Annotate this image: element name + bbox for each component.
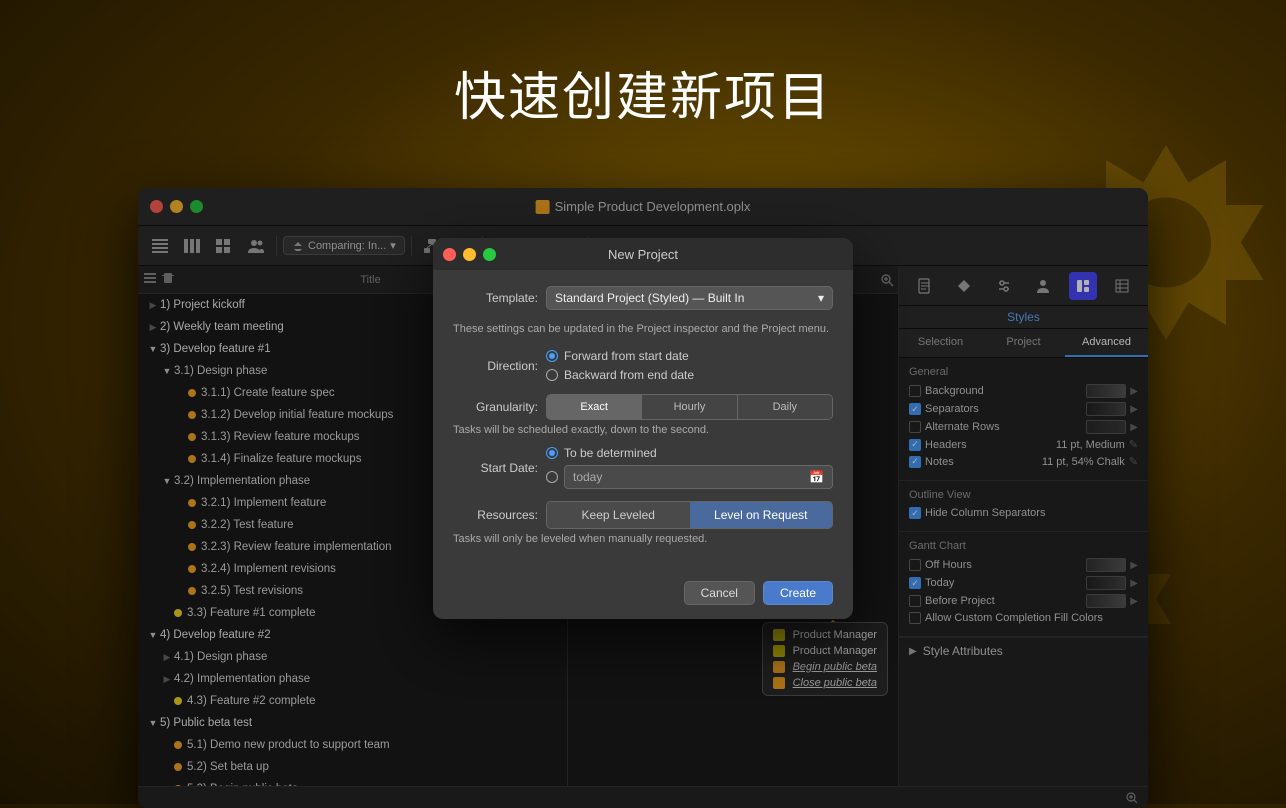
dialog-titlebar: New Project: [433, 238, 853, 270]
calendar-icon: 📅: [809, 470, 824, 484]
granularity-hourly[interactable]: Hourly: [642, 395, 737, 419]
dialog-traffic-lights: [443, 248, 496, 261]
dialog-minimize-button[interactable]: [463, 248, 476, 261]
granularity-row: Granularity: Exact Hourly Daily: [453, 394, 833, 420]
granularity-daily[interactable]: Daily: [738, 395, 832, 419]
today-radio[interactable]: [546, 471, 558, 483]
new-project-dialog: New Project Template: Standard Project (…: [433, 238, 853, 619]
resources-hint: Tasks will only be leveled when manually…: [453, 533, 833, 545]
dialog-overlay: New Project Template: Standard Project (…: [138, 188, 1148, 808]
cancel-button[interactable]: Cancel: [684, 581, 755, 605]
app-window: Simple Product Development.oplx Comparin…: [138, 188, 1148, 808]
start-date-row: Start Date: To be determined today 📅: [453, 446, 833, 489]
date-input[interactable]: today 📅: [564, 465, 833, 489]
tbd-label: To be determined: [564, 446, 657, 460]
keep-leveled-button[interactable]: Keep Leveled: [547, 502, 690, 528]
forward-radio[interactable]: [546, 350, 558, 362]
start-date-radio-group: To be determined today 📅: [546, 446, 833, 489]
template-label: Template:: [453, 291, 538, 305]
granularity-label: Granularity:: [453, 400, 538, 414]
resources-label: Resources:: [453, 508, 538, 522]
dialog-body: Template: Standard Project (Styled) — Bu…: [433, 270, 853, 571]
dialog-maximize-button[interactable]: [483, 248, 496, 261]
level-on-request-button[interactable]: Level on Request: [690, 502, 833, 528]
start-date-label: Start Date:: [453, 461, 538, 475]
backward-label: Backward from end date: [564, 368, 694, 382]
dialog-close-button[interactable]: [443, 248, 456, 261]
direction-label: Direction:: [453, 359, 538, 373]
granularity-hint: Tasks will be scheduled exactly, down to…: [453, 424, 833, 436]
template-select[interactable]: Standard Project (Styled) — Built In ▾: [546, 286, 833, 310]
forward-label: Forward from start date: [564, 349, 689, 363]
resources-row: Resources: Keep Leveled Level on Request: [453, 501, 833, 529]
dialog-hint-main: These settings can be updated in the Pro…: [453, 322, 833, 337]
granularity-exact[interactable]: Exact: [547, 395, 642, 419]
tbd-radio[interactable]: [546, 447, 558, 459]
page-title: 快速创建新项目: [0, 0, 1286, 150]
template-row: Template: Standard Project (Styled) — Bu…: [453, 286, 833, 310]
resources-control: Keep Leveled Level on Request: [546, 501, 833, 529]
create-button[interactable]: Create: [763, 581, 833, 605]
dialog-footer: Cancel Create: [433, 571, 853, 619]
dialog-title: New Project: [608, 247, 678, 262]
date-placeholder: today: [573, 470, 602, 484]
start-date-tbd[interactable]: To be determined: [546, 446, 833, 460]
direction-backward[interactable]: Backward from end date: [546, 368, 833, 382]
template-chevron: ▾: [818, 291, 824, 305]
granularity-control: Exact Hourly Daily: [546, 394, 833, 420]
direction-row: Direction: Forward from start date Backw…: [453, 349, 833, 382]
start-date-today[interactable]: today 📅: [546, 465, 833, 489]
direction-radio-group: Forward from start date Backward from en…: [546, 349, 833, 382]
backward-radio[interactable]: [546, 369, 558, 381]
direction-forward[interactable]: Forward from start date: [546, 349, 833, 363]
template-value: Standard Project (Styled) — Built In: [555, 291, 744, 305]
